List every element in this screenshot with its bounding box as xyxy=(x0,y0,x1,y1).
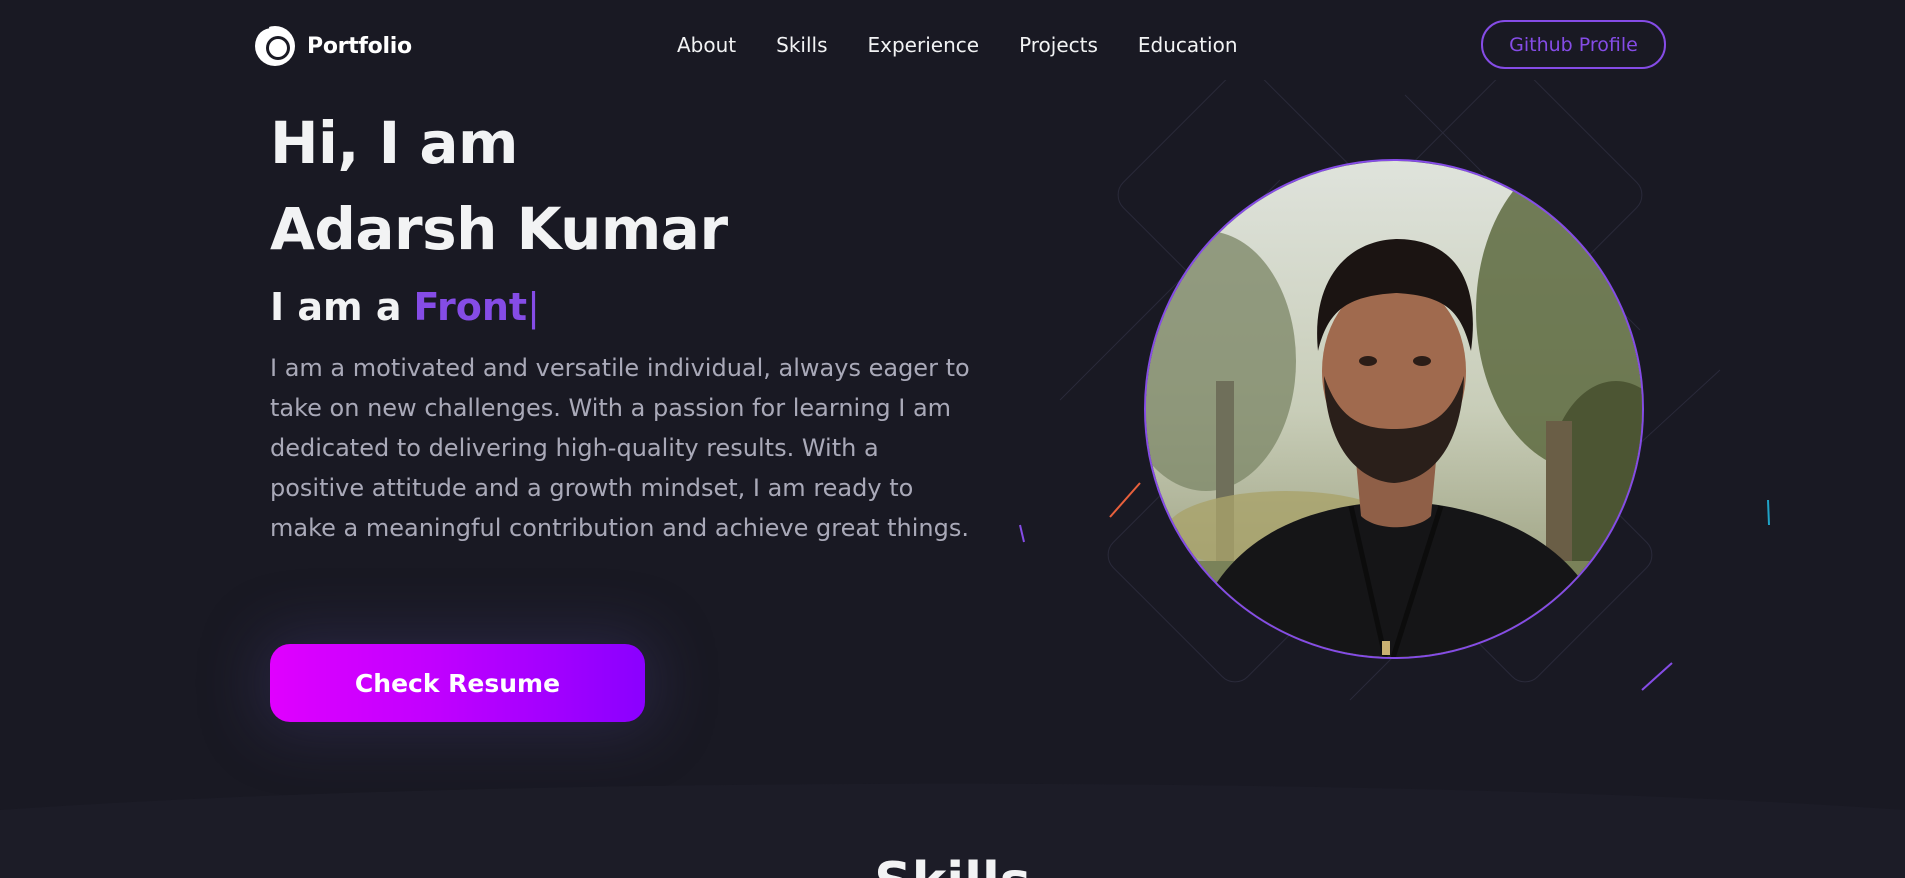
navbar: Portfolio About Skills Experience Projec… xyxy=(0,0,1905,92)
role-value: Front xyxy=(413,285,528,329)
orange-streak xyxy=(1109,482,1141,518)
nav-link-about[interactable]: About xyxy=(677,33,736,57)
hero-text: Hi, I am Adarsh Kumar I am a Front| I am … xyxy=(270,100,990,572)
hero-title-greeting: Hi, I am xyxy=(270,109,519,177)
role-typewriter: I am a Front| xyxy=(270,280,990,334)
page: Portfolio About Skills Experience Projec… xyxy=(0,0,1905,878)
github-profile-button[interactable]: Github Profile xyxy=(1481,20,1666,69)
nav-link-education[interactable]: Education xyxy=(1138,33,1238,57)
logo-text: Portfolio xyxy=(307,33,412,59)
hero-title-name: Adarsh Kumar xyxy=(270,195,728,263)
nav-link-experience[interactable]: Experience xyxy=(868,33,980,57)
portfolio-logo-icon xyxy=(255,25,295,66)
typewriter-cursor: | xyxy=(527,285,540,329)
role-prefix: I am a xyxy=(270,285,402,329)
profile-photo xyxy=(1144,159,1644,659)
hero-bio: I am a motivated and versatile individua… xyxy=(270,354,970,542)
hero-title: Hi, I am Adarsh Kumar xyxy=(270,100,990,272)
logo[interactable]: Portfolio xyxy=(253,24,412,68)
nav-link-projects[interactable]: Projects xyxy=(1019,33,1098,57)
profile-illustration xyxy=(1146,161,1642,657)
skills-section-title: Skills xyxy=(0,852,1905,878)
nav-links: About Skills Experience Projects Educati… xyxy=(677,33,1238,57)
nav-link-skills[interactable]: Skills xyxy=(776,33,827,57)
check-resume-button[interactable]: Check Resume xyxy=(270,644,645,722)
